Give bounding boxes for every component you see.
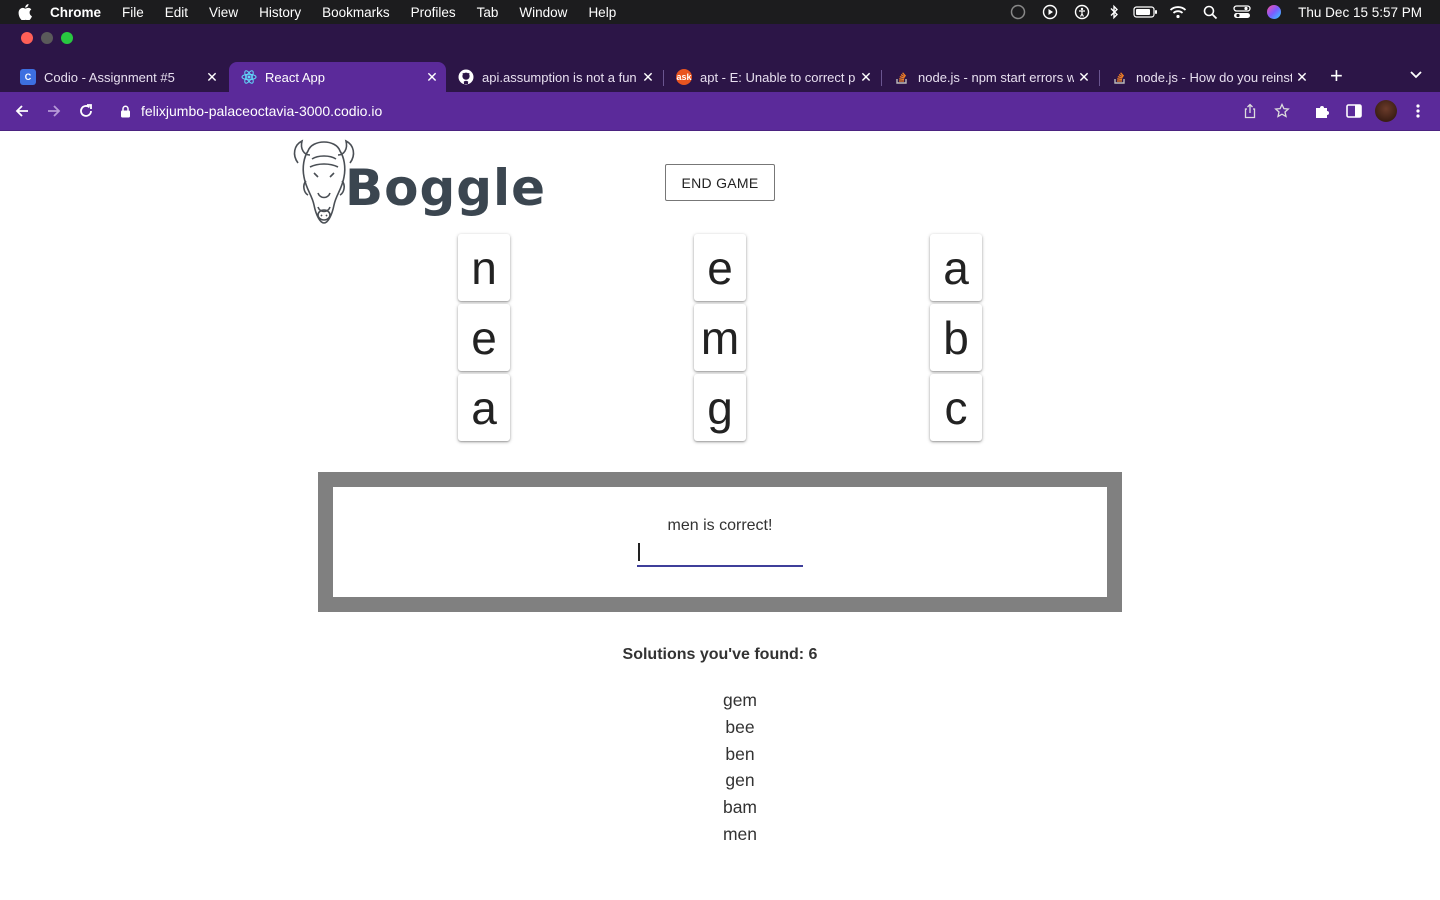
menu-help[interactable]: Help	[588, 5, 616, 20]
tab-github[interactable]: api.assumption is not a fun ✕	[446, 62, 662, 92]
tab-title: node.js - npm start errors w	[918, 69, 1074, 85]
bookmark-star-icon[interactable]	[1268, 92, 1296, 130]
stackoverflow-icon	[894, 69, 910, 85]
menu-bookmarks[interactable]: Bookmarks	[322, 5, 390, 20]
letter-tile[interactable]: e	[458, 304, 510, 371]
solutions-list: gem bee ben gen bam men	[640, 687, 840, 848]
lock-icon[interactable]	[120, 105, 131, 118]
minimize-window-button[interactable]	[41, 32, 53, 44]
tab-close-icon[interactable]: ✕	[856, 69, 876, 86]
tab-close-icon[interactable]: ✕	[422, 69, 442, 86]
tab-close-icon[interactable]: ✕	[202, 69, 222, 86]
menu-app-name[interactable]: Chrome	[50, 5, 101, 20]
apple-icon[interactable]	[18, 4, 38, 20]
profile-avatar[interactable]	[1372, 92, 1400, 130]
status-area: Thu Dec 15 5:57 PM	[1002, 0, 1422, 24]
letter-tile[interactable]: n	[458, 234, 510, 301]
letter-tile[interactable]: m	[694, 304, 746, 371]
play-icon[interactable]	[1034, 0, 1066, 24]
word-input[interactable]	[637, 537, 803, 567]
react-icon	[241, 69, 257, 85]
solution-word: bam	[722, 797, 758, 818]
github-icon	[458, 69, 474, 85]
address-url[interactable]: felixjumbo-palaceoctavia-3000.codio.io	[141, 103, 382, 119]
extensions-puzzle-icon[interactable]	[1308, 92, 1336, 130]
menu-edit[interactable]: Edit	[165, 5, 188, 20]
tab-stackoverflow-1[interactable]: node.js - npm start errors w ✕	[882, 62, 1098, 92]
solution-word: bee	[725, 716, 755, 737]
moon-icon[interactable]	[1002, 0, 1034, 24]
avatar	[1375, 100, 1397, 122]
window-titlebar	[0, 24, 1440, 52]
solution-word: gen	[725, 770, 755, 791]
letter-tile[interactable]: a	[458, 374, 510, 441]
new-tab-plus-icon[interactable]: +	[1330, 65, 1343, 87]
tab-stackoverflow-2[interactable]: node.js - How do you reinst ✕	[1100, 62, 1316, 92]
letter-tile[interactable]: b	[930, 304, 982, 371]
letter-tile[interactable]: g	[694, 374, 746, 441]
menu-window[interactable]: Window	[519, 5, 567, 20]
askubuntu-icon: ask	[676, 69, 692, 85]
macos-menu-bar: Chrome File Edit View History Bookmarks …	[0, 0, 1440, 24]
letter-tile[interactable]: a	[930, 234, 982, 301]
codio-icon: C	[20, 69, 36, 85]
feedback-message: men is correct!	[667, 517, 773, 534]
word-entry-frame: men is correct!	[318, 472, 1122, 612]
solution-word: ben	[725, 743, 755, 764]
tab-search-chevron-icon[interactable]	[1410, 66, 1422, 82]
menu-clock[interactable]: Thu Dec 15 5:57 PM	[1298, 5, 1422, 20]
stackoverflow-icon	[1112, 69, 1128, 85]
close-window-button[interactable]	[21, 32, 33, 44]
menu-file[interactable]: File	[122, 5, 144, 20]
side-panel-icon[interactable]	[1340, 92, 1368, 130]
maximize-window-button[interactable]	[61, 32, 73, 44]
menu-view[interactable]: View	[209, 5, 238, 20]
solution-word: men	[722, 823, 758, 844]
tab-title: Codio - Assignment #5	[44, 69, 175, 85]
bluetooth-icon[interactable]	[1098, 0, 1130, 24]
tab-title: apt - E: Unable to correct p	[700, 69, 856, 85]
solution-word: gem	[722, 690, 758, 710]
menu-tab[interactable]: Tab	[477, 5, 499, 20]
letter-tile[interactable]: e	[694, 234, 746, 301]
solutions-found-heading: Solutions you've found: 6	[622, 646, 818, 663]
tab-close-icon[interactable]: ✕	[1292, 69, 1312, 86]
tab-title: api.assumption is not a fun	[482, 69, 637, 85]
share-icon[interactable]	[1236, 92, 1264, 130]
browser-toolbar: felixjumbo-palaceoctavia-3000.codio.io	[0, 92, 1440, 130]
siri-icon[interactable]	[1258, 0, 1290, 24]
forward-arrow-icon[interactable]	[40, 92, 68, 130]
tab-react-app[interactable]: React App ✕	[229, 62, 446, 92]
end-game-button[interactable]: END GAME	[665, 164, 775, 201]
more-menu-icon[interactable]	[1404, 92, 1432, 130]
back-arrow-icon[interactable]	[8, 92, 36, 130]
tab-codio[interactable]: C Codio - Assignment #5 ✕	[8, 62, 226, 92]
logo-wordmark: Boggle	[345, 159, 547, 217]
word-entry-panel: men is correct!	[333, 487, 1107, 597]
tab-close-icon[interactable]: ✕	[1074, 69, 1094, 86]
tab-close-icon[interactable]: ✕	[638, 69, 658, 86]
text-cursor	[638, 543, 640, 561]
menu-profiles[interactable]: Profiles	[411, 5, 456, 20]
address-bar[interactable]: felixjumbo-palaceoctavia-3000.codio.io	[110, 96, 1300, 126]
reload-icon[interactable]	[72, 92, 100, 130]
wifi-icon[interactable]	[1162, 0, 1194, 24]
boggle-page: Boggle END GAME n e a e m b a g c men is…	[0, 131, 1440, 900]
battery-icon[interactable]	[1130, 0, 1162, 24]
spotlight-search-icon[interactable]	[1194, 0, 1226, 24]
menu-history[interactable]: History	[259, 5, 301, 20]
tab-askubuntu[interactable]: ask apt - E: Unable to correct p ✕	[664, 62, 880, 92]
tab-strip: C Codio - Assignment #5 ✕ React App ✕ ap…	[0, 52, 1440, 92]
control-center-icon[interactable]	[1226, 0, 1258, 24]
tab-title: React App	[265, 69, 325, 85]
tab-title: node.js - How do you reinst	[1136, 69, 1292, 85]
letter-tile[interactable]: c	[930, 374, 982, 441]
accessibility-icon[interactable]	[1066, 0, 1098, 24]
